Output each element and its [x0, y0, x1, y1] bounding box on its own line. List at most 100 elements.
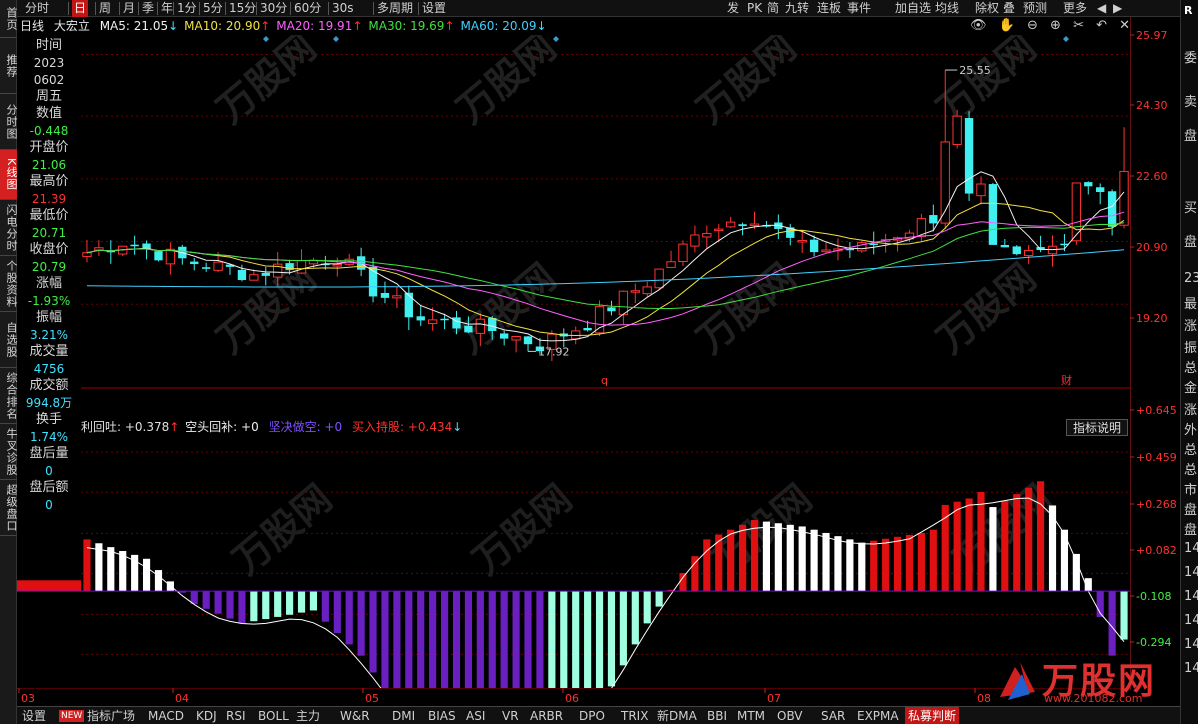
- right-panel-item-24: 14: [1184, 661, 1198, 676]
- bottom-tab-4[interactable]: KDJ: [196, 707, 217, 724]
- top-tab-2[interactable]: 周: [99, 0, 111, 17]
- hand-icon[interactable]: ✋: [999, 18, 1015, 33]
- bottom-tab-15[interactable]: TRIX: [621, 707, 648, 724]
- event-diamond-icon[interactable]: [1063, 36, 1069, 42]
- indicator-chart[interactable]: 万股网万股网万股网万股网万股网: [17, 436, 1130, 688]
- left-tab-5[interactable]: 个股资料: [0, 256, 18, 312]
- eye-icon[interactable]: 👁: [970, 18, 987, 33]
- top-right-tab-7[interactable]: 均线: [935, 0, 959, 17]
- bottom-indicator-bar: 设置 NEW 指标广场 MACD KDJ RSI BOLL 主力 W&R DMI BIAS ASI VR…: [17, 706, 1198, 724]
- top-right-tab-4[interactable]: 连板: [817, 0, 841, 17]
- bottom-tab-9[interactable]: DMI: [392, 707, 415, 724]
- undo-icon[interactable]: ↶: [1096, 18, 1107, 33]
- top-tab-4[interactable]: 季: [142, 0, 154, 17]
- tab-divider: [138, 2, 139, 15]
- left-tab-7[interactable]: 综合排名: [0, 368, 18, 424]
- top-tab-1[interactable]: 日: [72, 0, 89, 17]
- scroll-right-icon[interactable]: ▶: [1113, 0, 1122, 17]
- app-window: 首页 推荐 分时图 K线图 闪电分时 个股资料 自选股 综合排名 牛叉诊股 超级盘口 分时 日周月季…: [0, 0, 1198, 724]
- left-tab-6[interactable]: 自选股: [0, 312, 18, 368]
- event-diamond-icon[interactable]: [553, 36, 559, 42]
- right-panel-item-14: 总: [1184, 443, 1198, 458]
- bottom-tab-7[interactable]: 主力: [296, 707, 320, 724]
- bottom-tab-13[interactable]: ARBR: [530, 707, 563, 724]
- bottom-tab-11[interactable]: ASI: [466, 707, 485, 724]
- indicator-bar: [655, 591, 663, 607]
- indicator-bar: [584, 591, 592, 688]
- bottom-tab-18[interactable]: MTM: [737, 707, 765, 724]
- left-tab-3[interactable]: K线图: [0, 150, 18, 200]
- info-value-8: 3.21%: [29, 328, 69, 342]
- month-label: 05: [365, 692, 379, 705]
- bottom-tab-19[interactable]: OBV: [777, 707, 803, 724]
- scroll-left-icon[interactable]: ◀: [1097, 0, 1106, 17]
- indicator-bar: [95, 543, 103, 592]
- bottom-tab-5[interactable]: RSI: [226, 707, 246, 724]
- bottom-tab-2[interactable]: 指标广场: [87, 707, 135, 724]
- candle-body: [702, 232, 712, 238]
- top-tab-3[interactable]: 月: [123, 0, 135, 17]
- indicator-bar: [834, 536, 842, 592]
- top-tab-11[interactable]: 30s: [332, 0, 354, 17]
- top-right-tab-3[interactable]: 九转: [785, 0, 809, 17]
- candle-body: [1096, 187, 1105, 192]
- bottom-tab-12[interactable]: VR: [502, 707, 519, 724]
- indicator-bar: [369, 591, 377, 673]
- candle-body: [725, 221, 736, 228]
- candlestick-chart[interactable]: 万股网万股网万股网万股网万股网万股网万股网万股网万股网万股网25.5517.92…: [81, 35, 1130, 389]
- top-tab-10[interactable]: 60分: [294, 0, 321, 17]
- event-diamond-icon[interactable]: [263, 36, 269, 42]
- top-tab-6[interactable]: 1分: [177, 0, 197, 17]
- left-tab-0[interactable]: 首页: [0, 0, 18, 38]
- left-tab-8[interactable]: 牛叉诊股: [0, 424, 18, 480]
- top-tab-8[interactable]: 15分: [229, 0, 256, 17]
- bottom-tab-3[interactable]: MACD: [148, 707, 184, 724]
- bottom-tab-22[interactable]: 私募判断: [905, 707, 960, 724]
- top-tab-5[interactable]: 年: [161, 0, 173, 17]
- bottom-tab-1: NEW: [59, 710, 85, 722]
- bottom-tab-14[interactable]: DPO: [579, 707, 605, 724]
- zoom-icon[interactable]: ⊕: [1050, 18, 1061, 33]
- bottom-tab-17[interactable]: BBI: [707, 707, 727, 724]
- bottom-tab-6[interactable]: BOLL: [258, 707, 289, 724]
- top-tab-0[interactable]: 分时: [25, 0, 49, 17]
- price-tick-label: 24.30: [1136, 99, 1168, 112]
- indicator-bar: [17, 580, 81, 592]
- top-right-tab-5[interactable]: 事件: [847, 0, 871, 17]
- left-tab-4[interactable]: 闪电分时: [0, 200, 18, 256]
- bottom-tab-20[interactable]: SAR: [821, 707, 845, 724]
- left-tab-1[interactable]: 推荐: [0, 38, 18, 94]
- indicator-bar: [417, 591, 425, 688]
- candle-body: [583, 328, 592, 331]
- event-diamond-icon[interactable]: [333, 36, 339, 42]
- top-right-tab-11[interactable]: 更多: [1063, 0, 1087, 17]
- top-tab-7[interactable]: 5分: [203, 0, 223, 17]
- indicator-bar: [774, 523, 782, 592]
- left-tab-9[interactable]: 超级盘口: [0, 480, 18, 536]
- candle-body: [1107, 191, 1117, 227]
- top-right-tab-6[interactable]: 加自选: [895, 0, 931, 17]
- top-tab-12[interactable]: 多周期: [377, 0, 413, 17]
- indicator-help-button[interactable]: 指标说明: [1066, 419, 1128, 436]
- finance-marker[interactable]: 财: [1061, 373, 1072, 387]
- top-tab-9[interactable]: 30分: [260, 0, 287, 17]
- left-tab-2[interactable]: 分时图: [0, 94, 18, 150]
- top-right-tab-9[interactable]: 叠: [1003, 0, 1015, 17]
- bottom-tab-10[interactable]: BIAS: [428, 707, 456, 724]
- top-right-tab-8[interactable]: 除权: [975, 0, 999, 17]
- bottom-tab-21[interactable]: EXPMA: [857, 707, 899, 724]
- indicator-bar: [405, 591, 413, 688]
- top-tab-13[interactable]: 设置: [422, 0, 446, 17]
- close-icon[interactable]: ✕: [1119, 18, 1130, 33]
- bottom-tab-16[interactable]: 新DMA: [657, 707, 697, 724]
- top-right-tab-0[interactable]: 发: [727, 0, 739, 17]
- tab-divider: [373, 2, 374, 15]
- top-right-tab-10[interactable]: 预测: [1023, 0, 1047, 17]
- top-right-tab-2[interactable]: 简: [767, 0, 779, 17]
- q-marker[interactable]: q: [601, 374, 608, 387]
- compare-icon[interactable]: ⊖: [1027, 18, 1038, 33]
- scissor-icon[interactable]: ✂: [1073, 18, 1084, 33]
- top-right-tab-1[interactable]: PK: [747, 0, 762, 17]
- bottom-tab-0[interactable]: 设置: [22, 707, 46, 724]
- bottom-tab-8[interactable]: W&R: [340, 707, 370, 724]
